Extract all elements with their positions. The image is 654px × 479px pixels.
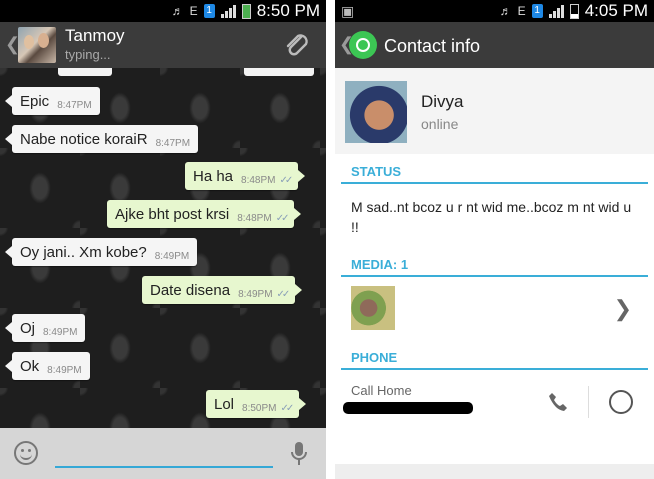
message-time: 8:50PM [242, 402, 277, 414]
avatar[interactable] [18, 27, 56, 63]
mute-icon: ♬ [499, 4, 512, 18]
phone-icon[interactable] [547, 391, 569, 413]
message-time: 8:49PM [47, 364, 82, 376]
divider [588, 386, 589, 418]
signal-icon [548, 4, 564, 18]
status-time: 8:50 PM [256, 1, 320, 20]
message-text: Epic [20, 92, 50, 110]
section-label: MEDIA: 1 [351, 257, 409, 272]
presence-status: online [421, 116, 459, 132]
profile-photo[interactable] [345, 81, 407, 143]
signal-icon [220, 4, 236, 18]
phone-number-redaction [343, 402, 473, 414]
whatsapp-icon[interactable] [349, 31, 377, 59]
compose-bar [0, 428, 326, 479]
message-text: Ajke bht post krsi [115, 205, 230, 223]
status-time: 4:05 PM [584, 1, 648, 20]
message-text: Oj [20, 319, 35, 337]
message-time: 8:48PM [241, 174, 276, 186]
section-header-status: STATUS [341, 158, 648, 184]
notification-badge-icon: 1 [531, 4, 543, 18]
chat-screen: ♬ E 1 8:50 PM ❮ Tanmoy typing... Epic 8:4… [0, 0, 326, 479]
read-receipt-icon: ✓✓ [280, 402, 295, 414]
footer-strip [335, 464, 654, 479]
read-receipt-icon: ✓✓ [276, 288, 291, 300]
message-partial [244, 68, 314, 76]
message-partial [58, 68, 112, 76]
microphone-icon[interactable] [289, 440, 309, 468]
status-bar: ▣ ♬ E 1 4:05 PM [335, 0, 654, 22]
section-header-phone: PHONE [341, 344, 648, 370]
message-text: Oy jani.. Xm kobe? [20, 243, 147, 261]
chevron-right-icon[interactable]: ❯ [614, 296, 632, 322]
read-receipt-icon: ✓✓ [279, 174, 294, 186]
message-outgoing[interactable]: Date disena 8:49PM ✓✓ [142, 276, 303, 304]
message-list[interactable]: Epic 8:47PM Nabe notice koraiR 8:47PM Ha h… [0, 68, 326, 428]
message-text: Lol [214, 395, 235, 413]
message-time: 8:48PM [237, 212, 272, 224]
chat-header: ❮ Tanmoy typing... [0, 22, 326, 68]
message-incoming[interactable]: Oj 8:49PM [4, 314, 86, 342]
profile-card: Divya online [335, 68, 654, 154]
battery-icon [241, 3, 251, 19]
message-text: Date disena [150, 281, 231, 299]
profile-name: Divya [421, 92, 464, 111]
message-time: 8:49PM [238, 288, 273, 300]
status-bar: ♬ E 1 8:50 PM [0, 0, 326, 22]
typing-status: typing... [65, 47, 111, 62]
message-input[interactable] [55, 440, 273, 468]
message-time: 8:49PM [154, 250, 190, 262]
message-outgoing[interactable]: Ha ha 8:48PM ✓✓ [185, 162, 306, 190]
contact-info-screen: ▣ ♬ E 1 4:05 PM ❮ Contact info Divya onl… [335, 0, 654, 479]
battery-icon [569, 3, 579, 19]
message-text: Nabe notice koraiR [20, 130, 148, 148]
mute-icon: ♬ [171, 4, 184, 18]
message-incoming[interactable]: Oy jani.. Xm kobe? 8:49PM [4, 238, 198, 266]
phone-type: Call Home [351, 383, 412, 398]
message-incoming[interactable]: Nabe notice koraiR 8:47PM [4, 125, 199, 153]
whatsapp-message-icon[interactable] [609, 390, 633, 414]
message-text: Ha ha [193, 167, 234, 185]
message-incoming[interactable]: Epic 8:47PM [5, 87, 100, 115]
media-thumbnail[interactable] [351, 286, 395, 330]
section-header-media: MEDIA: 1 [341, 251, 648, 277]
section-label: PHONE [351, 350, 398, 365]
paperclip-icon[interactable] [282, 30, 312, 60]
status-text: M sad..nt bcoz u r nt wid me..bcoz m nt … [351, 199, 632, 235]
message-outgoing[interactable]: Ajke bht post krsi 8:48PM ✓✓ [107, 200, 302, 228]
page-title: Contact info [384, 36, 481, 56]
bbm-icon: ▣ [341, 3, 355, 19]
contact-info-header: ❮ Contact info [335, 22, 654, 68]
message-outgoing[interactable]: Lol 8:50PM ✓✓ [206, 390, 307, 418]
section-label: STATUS [351, 164, 402, 179]
message-time: 8:47PM [57, 99, 92, 111]
data-icon: E [189, 4, 198, 18]
contact-name[interactable]: Tanmoy [65, 26, 125, 46]
message-time: 8:47PM [155, 137, 191, 149]
message-incoming[interactable]: Ok 8:49PM [5, 352, 90, 380]
message-text: Ok [20, 357, 40, 375]
notification-badge-icon: 1 [203, 4, 215, 18]
message-time: 8:49PM [43, 326, 78, 338]
data-icon: E [517, 4, 526, 18]
read-receipt-icon: ✓✓ [275, 212, 290, 224]
smiley-icon[interactable] [14, 441, 38, 465]
